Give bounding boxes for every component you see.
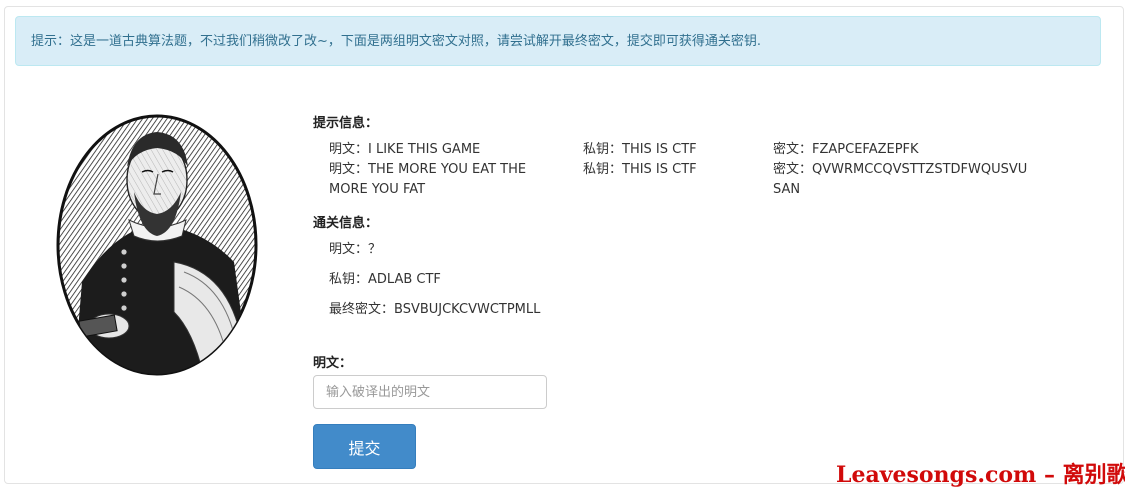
pass-key: 私钥：ADLAB CTF: [329, 272, 441, 287]
pass-heading: 通关信息：: [313, 216, 379, 231]
pass-final-cipher: 最终密文：BSVBUJCKCVWCTPMLL: [329, 302, 541, 317]
hint-row2-key: 私钥：THIS IS CTF: [583, 162, 697, 177]
portrait-image: [56, 114, 258, 376]
hint-row1-plain: 明文：I LIKE THIS GAME: [329, 142, 481, 157]
pass-plain: 明文：？: [329, 242, 382, 257]
hint-alert-text: 提示：这是一道古典算法题，不过我们稍微改了改~，下面是两组明文密文对照，请尝试解…: [31, 34, 762, 49]
hint-row2-cipher: 密文：QVWRMCCQVSTTZSTDFWQUSVUSAN: [773, 162, 1028, 197]
hint-row1-key: 私钥：THIS IS CTF: [583, 142, 697, 157]
plaintext-input[interactable]: [313, 375, 547, 409]
submit-button[interactable]: 提交: [313, 424, 416, 469]
answer-label: 明文：: [313, 356, 353, 371]
hint-row2-plain: 明文：THE MORE YOU EAT THE MORE YOU FAT: [329, 162, 527, 197]
hint-alert: 提示：这是一道古典算法题，不过我们稍微改了改~，下面是两组明文密文对照，请尝试解…: [15, 16, 1101, 66]
hint-heading: 提示信息：: [313, 116, 379, 131]
hint-row1-cipher: 密文：FZAPCEFAZEPFK: [773, 142, 919, 157]
